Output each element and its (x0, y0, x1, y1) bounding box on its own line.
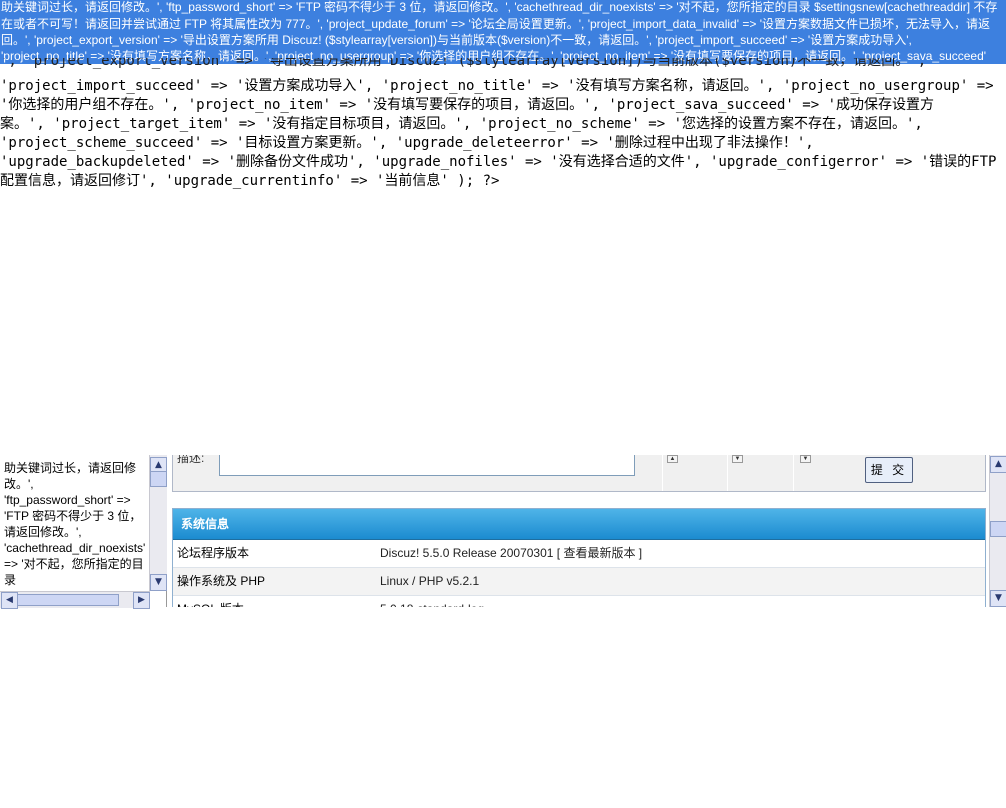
scroll-up-arrow-icon[interactable]: ▲ (990, 456, 1006, 473)
left-frame: 助关键词过长，请返回修 改。', 'ftp_password_short' =>… (0, 455, 167, 607)
php-source-dump: ', 'project_export_version' => '导出设置方案所用… (0, 58, 1006, 194)
settings-form-row: 描述: ▲ ▼ ▼ 提 交 (172, 455, 986, 492)
left-text-line: 助关键词过长，请返回修 (4, 461, 137, 475)
description-textarea[interactable] (219, 455, 635, 476)
left-text-line: 请返回修改。', (4, 525, 82, 539)
left-frame-text: 助关键词过长，请返回修 改。', 'ftp_password_short' =>… (4, 460, 148, 588)
left-text-line: => '对不起，您所指定的目 (4, 557, 144, 571)
dump-line: ', 'project_export_version' => '导出设置方案所用… (0, 58, 927, 69)
dump-line: 'upgrade_backupdeleted' => '删除备份文件成功', '… (0, 154, 997, 170)
left-vertical-scrollbar[interactable]: ▲ ▼ (149, 455, 167, 591)
system-info-table: 系统信息 论坛程序版本 Discuz! 5.5.0 Release 200703… (172, 508, 986, 607)
selected-text-overlay: 助关键词过长，请返回修改。', 'ftp_password_short' => … (0, 0, 1006, 64)
selected-text-line: 回。', 'project_export_version' => '导出设置方案… (1, 33, 912, 47)
column-divider (662, 455, 663, 491)
info-value: Discuz! 5.5.0 Release 20070301 [ 查看最新版本 … (380, 540, 642, 567)
select-dropdown-arrow-icon[interactable]: ▲ (667, 455, 678, 463)
left-text-line: 改。', (4, 477, 34, 491)
dump-line: 案。', 'project_target_item' => '没有指定目标项目，… (0, 116, 923, 132)
program-version: Discuz! 5.5.0 Release 20070301 (380, 546, 554, 560)
info-key: 操作系统及 PHP (177, 574, 266, 588)
scroll-left-arrow-icon[interactable]: ◀ (1, 592, 18, 609)
table-row: MySQL 版本 5.0.18-standard-log (173, 596, 985, 607)
table-row: 操作系统及 PHP Linux / PHP v5.2.1 (173, 568, 985, 596)
info-key: 论坛程序版本 (177, 546, 250, 560)
check-latest-version-link[interactable]: [ 查看最新版本 ] (557, 546, 642, 560)
left-text-line: 'cachethread_dir_noexists' (4, 541, 146, 555)
column-divider (793, 455, 794, 491)
scroll-thumb[interactable] (150, 471, 167, 487)
system-info-header: 系统信息 (173, 509, 985, 540)
scroll-right-arrow-icon[interactable]: ▶ (133, 592, 150, 609)
selected-text-line: 助关键词过长，请返回修改。', 'ftp_password_short' => … (1, 0, 998, 14)
main-vertical-scrollbar[interactable]: ▲ ▼ (989, 455, 1006, 607)
scroll-down-arrow-icon[interactable]: ▼ (150, 574, 167, 591)
dump-line: 配置信息，请返回修订', 'upgrade_currentinfo' => '当… (0, 173, 500, 189)
submit-button[interactable]: 提 交 (865, 457, 913, 483)
dump-line: 'project_import_succeed' => '设置方案成功导入', … (0, 78, 994, 94)
scroll-down-arrow-icon[interactable]: ▼ (990, 590, 1006, 607)
description-label: 描述: (177, 455, 205, 465)
info-key: MySQL 版本 (177, 596, 244, 607)
left-horizontal-scrollbar[interactable]: ◀ ▶ (0, 591, 150, 609)
scroll-thumb[interactable] (990, 521, 1006, 537)
select-dropdown-arrow-icon[interactable]: ▼ (800, 455, 811, 463)
select-dropdown-arrow-icon[interactable]: ▼ (732, 455, 743, 463)
info-value: Linux / PHP v5.2.1 (380, 574, 480, 588)
left-text-line: 录 (4, 573, 17, 587)
dump-line: '你选择的用户组不存在。', 'project_no_item' => '没有填… (0, 97, 935, 113)
selected-text-line: 在或者不可写！请返回并尝试通过 FTP 将其属性改为 777。', 'proje… (1, 17, 991, 31)
main-frame: 描述: ▲ ▼ ▼ 提 交 系统信息 论坛程序版本 Discuz! 5.5.0 … (167, 455, 989, 607)
info-value: 5.0.18-standard-log (380, 596, 484, 607)
left-text-line: 'ftp_password_short' => (4, 493, 131, 507)
column-divider (727, 455, 728, 491)
left-text-line: 'FTP 密码不得少于 3 位， (4, 509, 142, 523)
table-row: 论坛程序版本 Discuz! 5.5.0 Release 20070301 [ … (173, 540, 985, 568)
scroll-thumb[interactable] (17, 594, 119, 606)
dump-line: 'project_scheme_succeed' => '目标设置方案更新。',… (0, 135, 814, 151)
